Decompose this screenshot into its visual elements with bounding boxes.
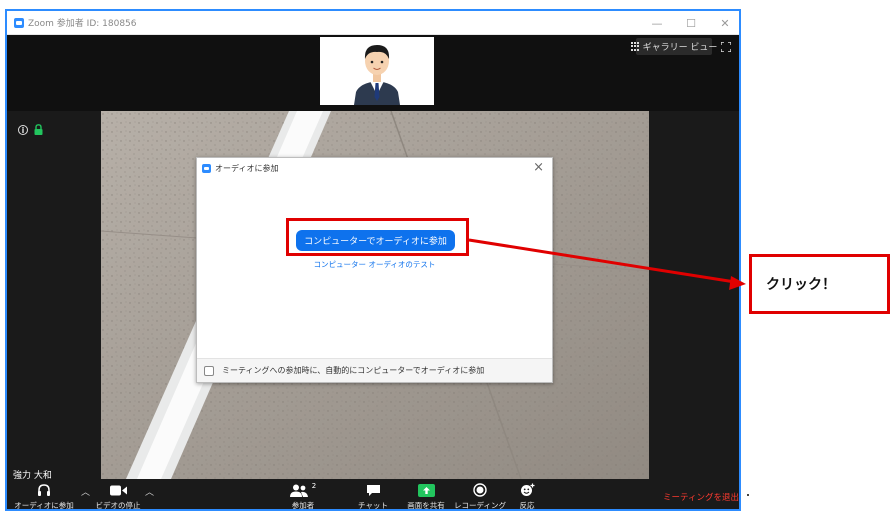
dialog-close-icon[interactable]: × [533, 160, 544, 176]
share-screen-icon [417, 482, 435, 498]
audio-options-chevron-up-icon[interactable]: ︿ [81, 485, 90, 498]
people-icon: 2 [289, 482, 317, 498]
dialog-footer: ミーティングへの参加時に、自動的にコンピューターでオーディオに参加 [197, 358, 552, 382]
window-titlebar: Zoom 参加者 ID: 180856 — ☐ ✕ [7, 11, 739, 35]
fullscreen-icon[interactable] [720, 41, 732, 53]
record-icon [473, 482, 487, 498]
grid-icon [630, 42, 639, 51]
chat-bubble-icon [366, 482, 381, 498]
meeting-info-icons: i [18, 120, 43, 139]
share-screen-button[interactable]: 画面を共有 [403, 479, 449, 510]
video-camera-icon [109, 482, 127, 498]
window-title: Zoom 参加者 ID: 180856 [28, 19, 137, 29]
join-audio-label: オーディオに参加 [14, 501, 74, 510]
record-label: レコーディング [454, 501, 506, 510]
annotation-highlight-box [286, 218, 469, 256]
smiley-icon [520, 482, 535, 498]
headphones-icon [37, 482, 51, 498]
participant-thumbnail[interactable] [320, 37, 434, 105]
window-controls: — ☐ ✕ [651, 11, 731, 35]
chat-button[interactable]: チャット [353, 479, 393, 510]
dialog-titlebar: オーディオに参加 × [197, 158, 552, 178]
zoom-camera-icon [14, 17, 24, 28]
record-button[interactable]: レコーディング [454, 479, 506, 510]
reactions-label: 反応 [519, 501, 535, 510]
auto-join-audio-label[interactable]: ミーティングへの参加時に、自動的にコンピューターでオーディオに参加 [222, 365, 484, 376]
screenshot-root: Zoom 参加者 ID: 180856 — ☐ ✕ ギャラリー ビュー i 強力… [0, 0, 890, 511]
gallery-view-label: ギャラリー ビュー [642, 43, 718, 53]
share-screen-label: 画面を共有 [407, 501, 445, 510]
reactions-button[interactable]: 反応 [512, 479, 542, 510]
participants-button[interactable]: 2 参加者 [283, 479, 323, 510]
participant-strip: ギャラリー ビュー [7, 35, 739, 111]
gallery-view-button[interactable]: ギャラリー ビュー [630, 38, 717, 55]
join-audio-dialog: オーディオに参加 × コンピューターでオーディオに参加 コンピューター オーディ… [196, 157, 553, 383]
maximize-button[interactable]: ☐ [685, 17, 697, 30]
auto-join-audio-checkbox[interactable] [204, 365, 214, 376]
leave-meeting-button[interactable]: ミーティングを退出 [663, 491, 739, 503]
stray-mark [747, 494, 749, 496]
avatar [320, 37, 434, 105]
click-callout: クリック！ [749, 254, 890, 314]
participants-count: 2 [311, 482, 317, 490]
video-options-chevron-up-icon[interactable]: ︿ [145, 485, 154, 498]
lock-icon[interactable] [34, 120, 43, 139]
test-computer-audio-link[interactable]: コンピューター オーディオのテスト [197, 259, 552, 270]
participants-label: 参加者 [291, 501, 315, 510]
zoom-camera-icon [202, 163, 211, 173]
stop-video-button[interactable]: ビデオの停止 [91, 479, 145, 510]
info-icon[interactable]: i [18, 124, 28, 135]
dialog-title: オーディオに参加 [215, 163, 279, 173]
close-window-button[interactable]: ✕ [719, 17, 731, 30]
meeting-toolbar: オーディオに参加 ︿ ビデオの停止 ︿ 2 参加者 チャット 画面を共有 レコー… [7, 479, 739, 510]
minimize-button[interactable]: — [651, 17, 663, 30]
join-audio-button[interactable]: オーディオに参加 [11, 479, 77, 510]
chat-label: チャット [358, 501, 388, 510]
stop-video-label: ビデオの停止 [95, 501, 141, 510]
